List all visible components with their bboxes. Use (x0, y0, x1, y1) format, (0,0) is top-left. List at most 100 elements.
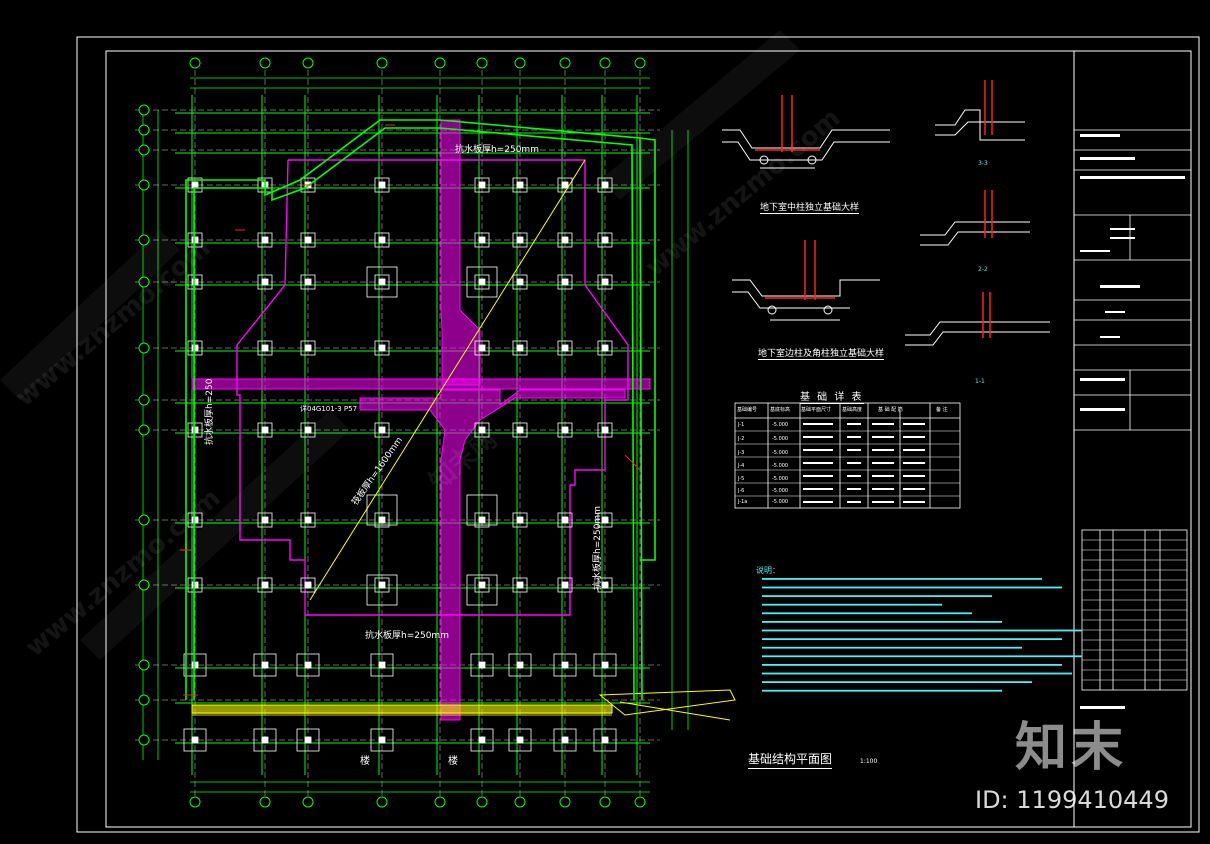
table-cell-id: J-1a (738, 499, 748, 505)
column-section (561, 236, 569, 244)
note-line (762, 621, 1002, 623)
axis-bubble (634, 796, 646, 808)
foundation-table-fill (803, 423, 925, 503)
table-header-size: 基础平面尺寸 (801, 407, 832, 413)
axis-bubble (259, 796, 271, 808)
column-section (261, 736, 269, 744)
column-section (601, 344, 609, 352)
table-cell-id: J-2 (738, 436, 745, 442)
column-section (516, 426, 524, 434)
table-cell-id: J-4 (738, 463, 745, 469)
column-section (478, 661, 486, 669)
column-section (516, 516, 524, 524)
column-section (561, 344, 569, 352)
table-cell-placeholder (872, 449, 894, 451)
column-section (261, 236, 269, 244)
column-section (261, 344, 269, 352)
column-section (191, 181, 199, 189)
column-section (261, 581, 269, 589)
table-cell-placeholder (872, 462, 894, 464)
note-line (762, 646, 1022, 649)
foundation-table (734, 402, 961, 509)
section-mark-2: 2-2 (978, 266, 988, 273)
note-line (762, 638, 1062, 640)
table-cell-elev: -5.000 (772, 499, 789, 505)
table-header-remark: 备 注 (936, 407, 948, 413)
column-section (516, 344, 524, 352)
column-section (304, 736, 312, 744)
axis-bubble (559, 57, 571, 69)
table-cell-placeholder (847, 423, 861, 425)
column-section (478, 736, 486, 744)
axis-bubble (376, 796, 388, 808)
column-section (378, 581, 386, 589)
column-section (191, 661, 199, 669)
column-section (261, 516, 269, 524)
detail-title-edge: 地下室边柱及角柱独立基础大样 (758, 346, 885, 360)
table-cell-placeholder (872, 423, 894, 425)
axis-bubble (138, 659, 150, 671)
note-line (762, 672, 1072, 675)
table-cell-placeholder (903, 423, 925, 425)
column-section (478, 581, 486, 589)
title-block-grid-rows (1082, 539, 1187, 681)
axis-bubble (434, 57, 446, 69)
column-section (378, 181, 386, 189)
table-cell-elev: -5.000 (772, 463, 789, 469)
axis-bubble (138, 394, 150, 406)
column-section (561, 661, 569, 669)
column-section (378, 736, 386, 744)
table-cell-placeholder (903, 475, 925, 477)
column-section (191, 581, 199, 589)
note-line (762, 578, 1042, 580)
table-cell-id: J-3 (738, 450, 745, 456)
table-cell-elev: -5.000 (772, 450, 789, 456)
annotation-slab-right: 抗水板厚h=250mm (593, 506, 603, 590)
column-section (261, 426, 269, 434)
axis-bubble (138, 734, 150, 746)
section-mark-1: 1-1 (975, 378, 985, 385)
table-cell-placeholder (847, 501, 861, 503)
column-section (304, 581, 312, 589)
general-notes (762, 578, 1082, 692)
axis-bubble (302, 57, 314, 69)
table-cell-placeholder (803, 462, 833, 464)
column-section (516, 581, 524, 589)
column-section (516, 278, 524, 286)
table-cell-placeholder (903, 488, 925, 490)
table-cell-placeholder (847, 488, 861, 490)
column-section (601, 236, 609, 244)
column-section (478, 516, 486, 524)
column-section (191, 736, 199, 744)
column-section (378, 426, 386, 434)
axis-bubble (138, 514, 150, 526)
axis-bubble (514, 57, 526, 69)
note-line (762, 655, 1082, 658)
column-section (601, 426, 609, 434)
column-section (516, 736, 524, 744)
title-block-text (1080, 134, 1185, 709)
table-cell-placeholder (803, 488, 833, 490)
column-section (561, 736, 569, 744)
axis-bubble (476, 796, 488, 808)
axis-bubble (138, 342, 150, 354)
table-cell-placeholder (872, 501, 894, 503)
column-section (378, 236, 386, 244)
table-cell-elev: -5.000 (772, 436, 789, 442)
note-line (762, 689, 1002, 692)
column-section (516, 236, 524, 244)
note-line (762, 629, 1082, 632)
annotation-stair-2: 楼 (448, 756, 458, 767)
axis-bubble (376, 57, 388, 69)
axis-bubble (138, 124, 150, 136)
axis-bubble (599, 796, 611, 808)
column-section (478, 278, 486, 286)
column-section (191, 426, 199, 434)
section-mark-3: 3-3 (978, 160, 988, 167)
column-section (478, 344, 486, 352)
notes-title: 说明： (756, 566, 780, 575)
axis-bubble (189, 796, 201, 808)
watermark-brand: 知末 (1015, 718, 1128, 778)
axis-bubble (138, 104, 150, 116)
table-cell-placeholder (903, 436, 925, 438)
